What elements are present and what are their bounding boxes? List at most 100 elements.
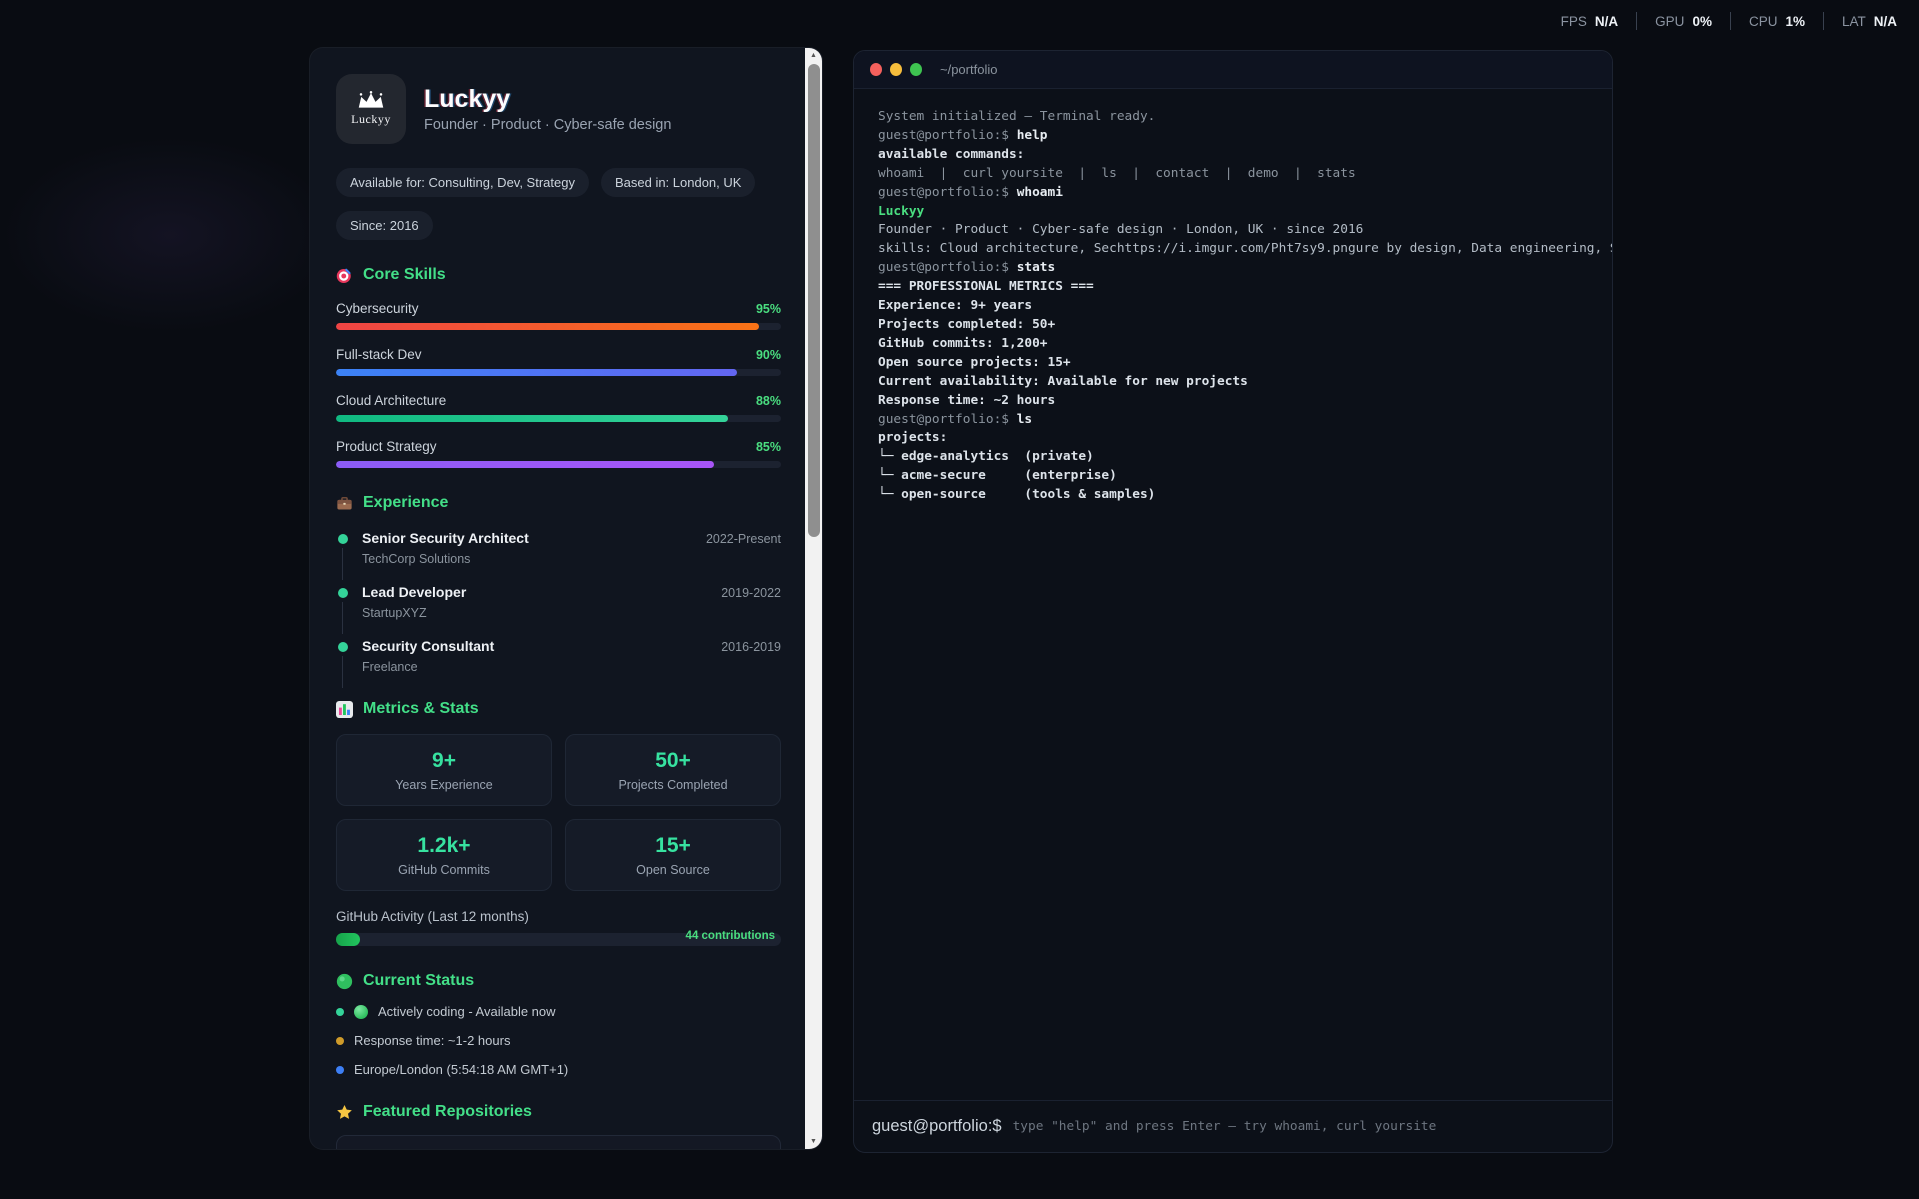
- status-dot: [336, 1066, 344, 1074]
- green-circle-icon: [354, 1005, 368, 1019]
- experience-connector: [342, 656, 343, 688]
- experience-title: Security Consultant: [362, 638, 494, 654]
- status-text: Response time: ~1-2 hours: [354, 1033, 510, 1048]
- experience-period: 2019-2022: [721, 586, 781, 600]
- card-scrollbar[interactable]: ▲ ▼: [805, 48, 822, 1149]
- experience-section: Experience Senior Security Architect2022…: [336, 494, 781, 674]
- stat-card: 50+Projects Completed: [565, 734, 781, 806]
- status-dot: [336, 1008, 344, 1016]
- experience-connector: [342, 548, 343, 580]
- stat-value: 9+: [347, 749, 541, 773]
- core-skills-section: Core Skills Cybersecurity 95% Full-stack D…: [336, 266, 781, 468]
- skill-percent: 85%: [756, 440, 781, 454]
- experience-item: Lead Developer 2019-2022 StartupXYZ: [336, 584, 781, 620]
- terminal-line: └─ acme-secure (enterprise): [878, 467, 1588, 486]
- terminal-output: System initialized — Terminal ready.gues…: [854, 89, 1612, 1100]
- terminal-line: guest@portfolio:$ ls: [878, 411, 1588, 430]
- perf-label: LAT: [1842, 14, 1866, 29]
- terminal-line: System initialized — Terminal ready.: [878, 108, 1588, 127]
- terminal-header: ~/portfolio: [854, 51, 1612, 89]
- skill-bar-fill: [336, 461, 714, 468]
- badge-row: Available for: Consulting, Dev, Strategy…: [336, 168, 781, 197]
- terminal-line: └─ open-source (tools & samples): [878, 486, 1588, 505]
- status-text: Europe/London (5:54:18 AM GMT+1): [354, 1062, 568, 1077]
- scroll-down-arrow[interactable]: ▼: [805, 1134, 822, 1149]
- status-section: Current Status Actively coding - Availab…: [336, 972, 781, 1077]
- skill-percent: 95%: [756, 302, 781, 316]
- stat-card: 15+Open Source: [565, 819, 781, 891]
- terminal-line: GitHub commits: 1,200+: [878, 335, 1588, 354]
- perf-value: 0%: [1692, 14, 1712, 29]
- terminal-line: Response time: ~2 hours: [878, 392, 1588, 411]
- skill-bar-fill: [336, 369, 737, 376]
- skill-row: Product Strategy 85%: [336, 439, 781, 468]
- terminal-line-prompt: guest@portfolio:$: [878, 185, 1017, 200]
- terminal-line-prompt: guest@portfolio:$: [878, 260, 1017, 275]
- experience-connector: [342, 602, 343, 634]
- maximize-traffic-light[interactable]: [910, 63, 922, 76]
- star-icon: [336, 1104, 353, 1121]
- terminal-line: Projects completed: 50+: [878, 316, 1588, 335]
- stat-value: 50+: [576, 749, 770, 773]
- terminal-line-command: stats: [1017, 260, 1056, 275]
- metrics-heading: Metrics & Stats: [336, 700, 781, 718]
- skill-row: Cloud Architecture88%: [336, 393, 781, 422]
- perf-item-fps: FPS N/A: [1543, 14, 1637, 29]
- terminal-line: Current availability: Available for new …: [878, 373, 1588, 392]
- perf-value: N/A: [1595, 14, 1618, 29]
- avatar: Luckyy: [336, 74, 406, 144]
- core-skills-heading: Core Skills: [336, 266, 781, 284]
- status-text: Actively coding - Available now: [378, 1004, 556, 1019]
- scrollbar-thumb[interactable]: [808, 64, 820, 537]
- skill-percent: 88%: [756, 394, 781, 408]
- terminal-line: guest@portfolio:$ whoami: [878, 184, 1588, 203]
- terminal-input-row: guest@portfolio:$ type "help" and press …: [854, 1100, 1612, 1152]
- badge: Since: 2016: [336, 211, 433, 240]
- terminal-line: Experience: 9+ years: [878, 297, 1588, 316]
- terminal-line-prompt: guest@portfolio:$: [878, 412, 1017, 427]
- skill-bar-fill: [336, 415, 728, 422]
- profile-name: Luckyy: [424, 85, 671, 114]
- status-item: Actively coding - Available now: [336, 1004, 781, 1019]
- perf-value: N/A: [1874, 14, 1897, 29]
- experience-period: 2016-2019: [721, 640, 781, 654]
- perf-value: 1%: [1785, 14, 1805, 29]
- repos-heading: Featured Repositories: [336, 1103, 781, 1121]
- experience-company: Freelance: [362, 660, 781, 674]
- bar-chart-icon: [336, 701, 353, 718]
- stat-card: 1.2k+GitHub Commits: [336, 819, 552, 891]
- experience-dot: [338, 534, 348, 544]
- terminal-panel: ~/portfolio System initialized — Termina…: [853, 50, 1613, 1153]
- perf-bar: FPSN/AGPU0%CPU1%LATN/A: [1543, 12, 1897, 30]
- profile-tagline: Founder · Product · Cyber-safe design: [424, 117, 671, 133]
- target-icon: [336, 267, 353, 284]
- stat-label: Open Source: [576, 863, 770, 877]
- terminal-prompt: guest@portfolio:$: [872, 1117, 1002, 1136]
- scroll-up-arrow[interactable]: ▲: [805, 48, 822, 63]
- terminal-line: available commands:: [878, 146, 1588, 165]
- skill-label: Product Strategy: [336, 439, 437, 454]
- terminal-line: whoami | curl yoursite | ls | contact | …: [878, 165, 1588, 184]
- status-item: Response time: ~1-2 hours: [336, 1033, 781, 1048]
- profile-card-content: Luckyy Luckyy Founder · Product · Cyber-…: [310, 48, 805, 1149]
- minimize-traffic-light[interactable]: [890, 63, 902, 76]
- terminal-input[interactable]: type "help" and press Enter — try whoami…: [1013, 1119, 1437, 1134]
- profile-card: Luckyy Luckyy Founder · Product · Cyber-…: [309, 47, 823, 1150]
- perf-label: FPS: [1561, 14, 1587, 29]
- terminal-line-command: whoami: [1017, 185, 1063, 200]
- terminal-line: projects:: [878, 429, 1588, 448]
- skill-bar-track: [336, 461, 781, 468]
- skill-label: Cybersecurity: [336, 301, 419, 316]
- skill-bar-fill: [336, 323, 759, 330]
- experience-company: StartupXYZ: [362, 606, 781, 620]
- skill-row: Full-stack Dev90%: [336, 347, 781, 376]
- terminal-line: └─ edge-analytics (private): [878, 448, 1588, 467]
- repo-card[interactable]: jellyfinegg00Jellyfin Pterodactyl Egg - …: [336, 1135, 781, 1149]
- skill-row: Cybersecurity 95%: [336, 301, 781, 330]
- experience-title: Lead Developer: [362, 584, 466, 600]
- terminal-line: guest@portfolio:$ help: [878, 127, 1588, 146]
- badge-row: Since: 2016: [336, 211, 781, 240]
- skill-label: Full-stack Dev: [336, 347, 422, 362]
- terminal-line: guest@portfolio:$ stats: [878, 259, 1588, 278]
- close-traffic-light[interactable]: [870, 63, 882, 76]
